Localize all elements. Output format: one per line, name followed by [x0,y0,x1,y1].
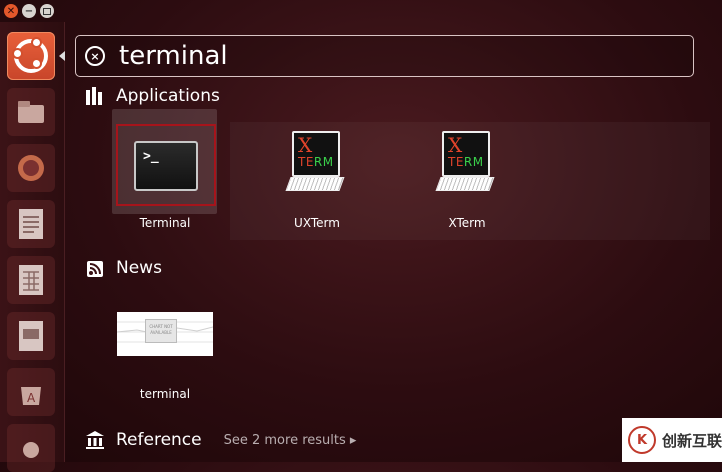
xterm-icon-term: TERM [298,155,334,169]
clear-search-icon[interactable]: × [85,46,105,66]
dash-home-button[interactable] [7,32,55,80]
section-reference[interactable]: Reference See 2 more results ▸ [86,430,356,450]
ubuntu-logo-icon [12,37,48,73]
applications-icon [86,87,104,105]
launcher-firefox-icon[interactable] [7,144,55,192]
watermark-text: 创新互联 [662,431,722,450]
section-title: Reference [116,430,202,450]
window-controls: ✕ − [4,4,54,18]
svg-text:A: A [27,391,36,405]
watermark-logo-icon: K [628,426,656,454]
reference-icon [86,431,104,449]
result-label: XTerm [448,216,486,230]
unity-launcher: A [0,22,65,472]
xterm-icon-term: TERM [448,155,484,169]
news-thumbnail: CHART NOT AVAILABLE [117,312,213,356]
launcher-active-arrow-icon [59,51,65,61]
launcher-calc-icon[interactable] [7,256,55,304]
rss-icon [86,259,104,277]
xterm-icon-x: X [448,133,463,157]
launcher-impress-icon[interactable] [7,312,55,360]
watermark: K 创新互联 [622,418,722,462]
xterm-icon-x: X [298,133,313,157]
close-window-button[interactable]: ✕ [4,4,18,18]
result-label: Terminal [139,216,191,230]
search-input[interactable] [119,41,659,71]
section-title: News [116,258,162,278]
launcher-software-center-icon[interactable]: A [7,368,55,416]
minimize-window-button[interactable]: − [22,4,36,18]
result-label: UXTerm [294,216,340,230]
result-label: terminal [139,387,191,401]
terminal-icon: >_ [134,141,198,191]
dash-search-bar[interactable]: × [75,35,694,77]
xterm-icon: X TERM [285,131,346,195]
launcher-writer-icon[interactable] [7,200,55,248]
terminal-prompt-text: >_ [143,149,159,164]
launcher-files-icon[interactable] [7,88,55,136]
see-more-results-link[interactable]: See 2 more results ▸ [224,433,357,448]
section-applications[interactable]: Applications [86,86,220,106]
section-news[interactable]: News [86,258,162,278]
launcher-ubuntu-one-icon[interactable] [7,424,55,472]
maximize-window-button[interactable] [40,4,54,18]
see-more-label: See 2 more results [223,432,346,448]
section-title: Applications [116,86,220,106]
xterm-icon: X TERM [435,131,496,195]
thumb-placeholder: CHART NOT AVAILABLE [145,319,177,343]
